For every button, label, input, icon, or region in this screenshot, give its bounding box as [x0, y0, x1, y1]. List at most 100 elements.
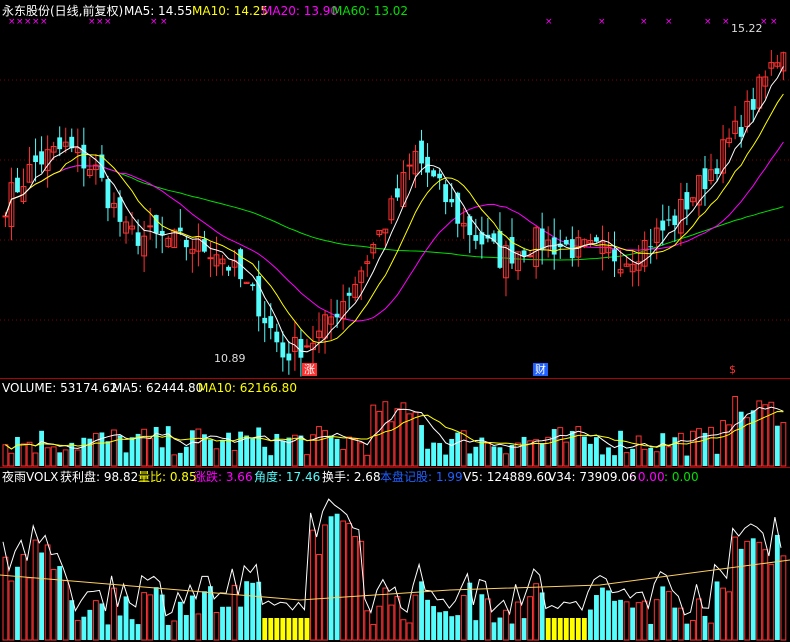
volume-bar — [677, 432, 684, 467]
indicator-bar — [600, 587, 605, 640]
signal-x: × — [150, 17, 158, 27]
indicator-bar — [696, 598, 702, 641]
volume-bar — [521, 436, 527, 466]
signal-x: × — [40, 17, 48, 27]
volume-bar — [346, 436, 353, 467]
high-price-label: 15.22 — [731, 22, 763, 35]
indicator-bar — [39, 552, 45, 640]
volume-bar — [238, 431, 244, 466]
candle-body — [177, 227, 183, 232]
indicator-bar — [370, 623, 377, 641]
volume-bars[interactable] — [2, 396, 787, 467]
indicator-bar — [165, 624, 171, 640]
candle-body — [714, 168, 720, 174]
signal-x: × — [722, 17, 730, 27]
signal-x: × — [598, 17, 606, 27]
indicator-bar — [87, 609, 93, 640]
candle-body — [684, 192, 690, 210]
candle-body — [431, 170, 437, 177]
indicator-bar — [376, 605, 383, 641]
indicator-bar — [292, 618, 298, 640]
signal-x: × — [96, 17, 104, 27]
volume-bar — [503, 453, 509, 467]
volume-bar — [714, 453, 720, 466]
indicator-bar — [316, 553, 322, 641]
signal-x: × — [545, 17, 553, 27]
signal-x: × — [24, 17, 32, 27]
ma20-label: MA20: 13.90 — [262, 4, 339, 18]
zero-label-2: : 0.00 — [664, 470, 699, 484]
volume-bar — [388, 421, 395, 467]
candle-body — [346, 292, 352, 296]
indicator-bar — [20, 554, 27, 641]
candle-body — [334, 313, 340, 318]
indicator-bar — [135, 624, 141, 640]
indicator-bars[interactable] — [0, 498, 790, 641]
indicator-bar — [406, 622, 413, 641]
candle-body — [419, 140, 424, 164]
indicator-bar — [509, 623, 515, 640]
candle-body — [105, 179, 111, 209]
indicator-bar — [352, 535, 359, 641]
volume-bar — [419, 425, 424, 466]
volume-bar — [684, 455, 690, 466]
candle-body — [183, 239, 189, 248]
volume-bar — [159, 447, 165, 466]
volume-bar — [20, 443, 27, 467]
indicator-bar — [521, 618, 527, 640]
candle-body — [2, 215, 9, 218]
indicator-bar — [195, 613, 202, 641]
volume-bar — [587, 443, 593, 466]
indicator-bar — [437, 612, 443, 640]
signal-x: × — [32, 17, 40, 27]
dollar-marker[interactable]: $ — [727, 363, 738, 376]
volume-bar — [708, 426, 714, 467]
indicator-bar — [648, 623, 654, 640]
indicator-bar — [15, 566, 20, 640]
indicator-bar — [286, 618, 292, 640]
indicator-bar — [340, 520, 347, 641]
indicator-bar — [208, 586, 213, 640]
indicator-bar — [231, 584, 238, 641]
indicator-bar — [641, 600, 648, 641]
candle-body — [594, 237, 599, 242]
volume-bar — [376, 410, 383, 467]
indicator-bar — [147, 594, 154, 641]
indicator-bar — [527, 596, 534, 641]
indicator-bar — [714, 581, 720, 640]
volume-bar — [545, 436, 552, 467]
indicator-bar — [738, 548, 744, 640]
volume-bar — [141, 428, 148, 467]
indicator-bar — [630, 607, 636, 640]
indicator-bar — [189, 595, 195, 640]
indicator-bar — [44, 544, 51, 641]
finance-marker[interactable]: 财 — [533, 363, 548, 376]
signal-markers: × × × × × × × × × × × × × × × × × × — [8, 17, 778, 27]
volume-bar — [653, 451, 660, 467]
kline-chart[interactable]: × × × × × × × × × × × × × × × × × × — [0, 0, 790, 642]
indicator-bar — [425, 599, 430, 640]
volume-bar — [171, 454, 178, 467]
low-price-label: 10.89 — [214, 352, 246, 365]
candles[interactable] — [2, 49, 787, 377]
volume-bar — [467, 453, 473, 466]
volume-bar — [702, 432, 708, 466]
indicator-bar — [310, 529, 316, 641]
indicator-bar — [304, 618, 310, 640]
volume-bar — [575, 426, 582, 467]
volume-bar — [473, 446, 479, 466]
indicator-bar — [177, 601, 183, 640]
volume-bar — [32, 452, 39, 467]
candle-body — [443, 184, 449, 203]
indicator-bar — [346, 523, 353, 641]
signal-x: × — [104, 17, 112, 27]
limit-up-marker[interactable]: 涨 — [302, 363, 317, 376]
volume-bar — [479, 437, 485, 466]
indicator-bar — [720, 587, 726, 641]
indicator-bar — [677, 607, 684, 641]
volume-bar — [539, 443, 545, 466]
indicator-bar — [220, 606, 225, 640]
volume-bar — [165, 426, 171, 466]
indicator-bar — [262, 618, 268, 640]
turnover-label: 换手: 2.68 — [322, 470, 381, 484]
